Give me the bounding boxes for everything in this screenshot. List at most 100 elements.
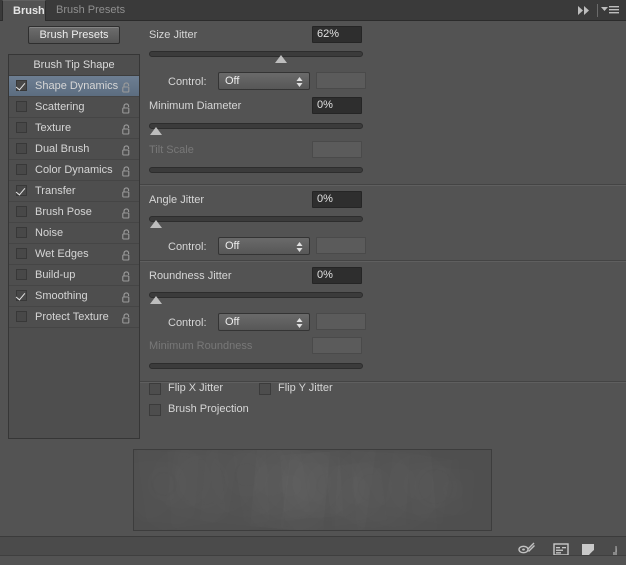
lock-icon[interactable] bbox=[122, 206, 131, 219]
angle-jitter-value[interactable]: 0% bbox=[312, 191, 362, 208]
section-divider bbox=[140, 184, 626, 186]
brush-option-texture[interactable]: Texture bbox=[9, 118, 139, 139]
brush-option-checkbox[interactable] bbox=[16, 101, 27, 112]
size-jitter-slider[interactable] bbox=[149, 51, 363, 63]
brush-option-checkbox[interactable] bbox=[16, 227, 27, 238]
brush-option-smoothing[interactable]: Smoothing bbox=[9, 286, 139, 307]
brush-option-color-dynamics[interactable]: Color Dynamics bbox=[9, 160, 139, 181]
roundness-control-dropdown[interactable]: Off bbox=[218, 313, 310, 331]
roundness-control-value: Off bbox=[225, 316, 240, 328]
lock-icon[interactable] bbox=[122, 185, 131, 198]
brush-projection-checkbox[interactable] bbox=[149, 404, 161, 416]
minimum-diameter-slider[interactable] bbox=[149, 123, 363, 135]
angle-control-value: Off bbox=[225, 240, 240, 252]
brush-option-label: Dual Brush bbox=[35, 143, 90, 155]
roundness-control-extra-value[interactable] bbox=[316, 313, 366, 330]
brush-option-label: Brush Pose bbox=[35, 206, 92, 218]
brush-option-label: Scattering bbox=[35, 101, 85, 113]
lock-icon[interactable] bbox=[122, 248, 131, 261]
brush-stroke-preview-canvas bbox=[134, 450, 464, 512]
section-divider bbox=[140, 260, 626, 262]
tab-brush[interactable]: Brush bbox=[2, 0, 46, 21]
angle-control-extra-value[interactable] bbox=[316, 237, 366, 254]
brush-option-checkbox[interactable] bbox=[16, 122, 27, 133]
size-control-dropdown[interactable]: Off bbox=[218, 72, 310, 90]
brush-option-checkbox[interactable] bbox=[16, 248, 27, 259]
brush-option-dual-brush[interactable]: Dual Brush bbox=[9, 139, 139, 160]
brush-option-checkbox[interactable] bbox=[16, 143, 27, 154]
brush-option-checkbox[interactable] bbox=[16, 206, 27, 217]
size-jitter-label: Size Jitter bbox=[149, 29, 198, 41]
angle-control-dropdown[interactable]: Off bbox=[218, 237, 310, 255]
brush-option-checkbox[interactable] bbox=[16, 290, 27, 301]
flip-x-jitter-label: Flip X Jitter bbox=[168, 382, 224, 394]
lock-icon[interactable] bbox=[122, 290, 131, 303]
size-control-value: Off bbox=[225, 75, 240, 87]
lock-icon[interactable] bbox=[122, 269, 131, 282]
brush-option-label: Noise bbox=[35, 227, 64, 239]
lock-icon[interactable] bbox=[122, 164, 131, 177]
roundness-jitter-label: Roundness Jitter bbox=[149, 270, 232, 282]
brush-option-label: Transfer bbox=[35, 185, 76, 197]
minimum-roundness-label: Minimum Roundness bbox=[149, 340, 253, 352]
angle-control-label: Control: bbox=[168, 241, 207, 253]
lock-icon[interactable] bbox=[122, 80, 131, 93]
minimum-diameter-value[interactable]: 0% bbox=[312, 97, 362, 114]
brush-option-label: Build-up bbox=[35, 269, 76, 281]
brush-projection-label: Brush Projection bbox=[168, 403, 249, 415]
brush-option-brush-pose[interactable]: Brush Pose bbox=[9, 202, 139, 223]
minimum-roundness-value bbox=[312, 337, 362, 354]
lock-icon[interactable] bbox=[122, 143, 131, 156]
angle-jitter-slider[interactable] bbox=[149, 216, 363, 228]
flip-y-jitter-checkbox[interactable] bbox=[259, 383, 271, 395]
panel-tab-bar: Brush Brush Presets bbox=[0, 0, 626, 21]
stepper-arrows-icon bbox=[296, 76, 303, 88]
brush-option-scattering[interactable]: Scattering bbox=[9, 97, 139, 118]
brush-stroke-preview bbox=[133, 449, 492, 531]
brush-presets-button[interactable]: Brush Presets bbox=[28, 26, 120, 44]
brush-option-checkbox[interactable] bbox=[16, 311, 27, 322]
minimum-diameter-label: Minimum Diameter bbox=[149, 100, 242, 112]
brush-option-protect-texture[interactable]: Protect Texture bbox=[9, 307, 139, 328]
brush-option-build-up[interactable]: Build-up bbox=[9, 265, 139, 286]
brush-option-transfer[interactable]: Transfer bbox=[9, 181, 139, 202]
lock-icon[interactable] bbox=[122, 227, 131, 240]
minimum-diameter-slider-thumb[interactable] bbox=[150, 127, 162, 135]
lock-icon[interactable] bbox=[122, 122, 131, 135]
toolbar-divider bbox=[597, 4, 598, 17]
brush-option-label: Smoothing bbox=[35, 290, 88, 302]
tilt-scale-value bbox=[312, 141, 362, 158]
angle-jitter-slider-thumb[interactable] bbox=[150, 220, 162, 228]
brush-option-label: Shape Dynamics bbox=[35, 80, 119, 92]
roundness-jitter-slider[interactable] bbox=[149, 292, 363, 304]
flip-x-jitter-checkbox[interactable] bbox=[149, 383, 161, 395]
roundness-control-label: Control: bbox=[168, 317, 207, 329]
brush-option-noise[interactable]: Noise bbox=[9, 223, 139, 244]
double-chevron-right-icon[interactable] bbox=[576, 3, 592, 18]
brush-option-checkbox[interactable] bbox=[16, 269, 27, 280]
tilt-scale-label: Tilt Scale bbox=[149, 144, 194, 156]
brush-option-checkbox[interactable] bbox=[16, 185, 27, 196]
size-control-label: Control: bbox=[168, 76, 207, 88]
tab-brush-presets[interactable]: Brush Presets bbox=[46, 0, 135, 21]
lock-icon[interactable] bbox=[122, 101, 131, 114]
flip-y-jitter-label: Flip Y Jitter bbox=[278, 382, 333, 394]
brush-option-checkbox[interactable] bbox=[16, 80, 27, 91]
panel-menu-icon[interactable] bbox=[600, 3, 620, 18]
angle-jitter-label: Angle Jitter bbox=[149, 194, 205, 206]
size-jitter-value[interactable]: 62% bbox=[312, 26, 362, 43]
size-jitter-slider-thumb[interactable] bbox=[275, 55, 288, 63]
tilt-scale-slider bbox=[149, 167, 363, 173]
roundness-jitter-value[interactable]: 0% bbox=[312, 267, 362, 284]
roundness-jitter-slider-thumb[interactable] bbox=[150, 296, 162, 304]
size-control-extra-value[interactable] bbox=[316, 72, 366, 89]
brush-option-wet-edges[interactable]: Wet Edges bbox=[9, 244, 139, 265]
brush-tip-shape-header[interactable]: Brush Tip Shape bbox=[9, 55, 139, 76]
brush-option-label: Texture bbox=[35, 122, 72, 134]
brush-option-label: Wet Edges bbox=[35, 248, 89, 260]
lock-icon[interactable] bbox=[122, 311, 131, 324]
minimum-roundness-slider bbox=[149, 363, 363, 369]
brush-option-checkbox[interactable] bbox=[16, 164, 27, 175]
brush-option-shape-dynamics[interactable]: Shape Dynamics bbox=[9, 76, 139, 97]
brush-option-label: Color Dynamics bbox=[35, 164, 113, 176]
